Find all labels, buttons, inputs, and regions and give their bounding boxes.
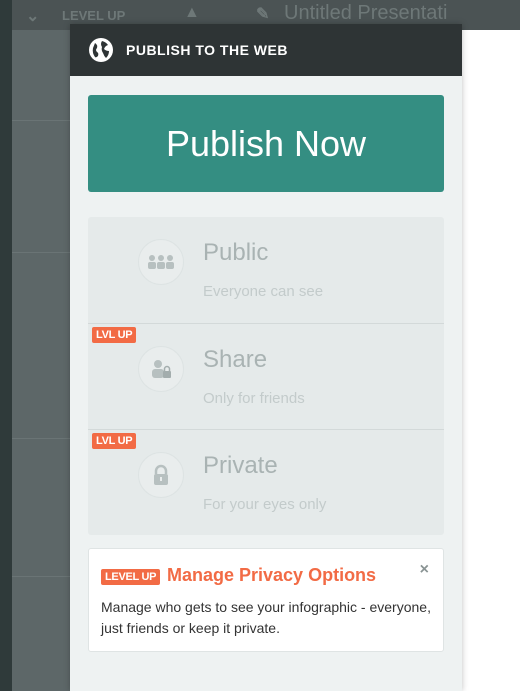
option-label: Private	[203, 452, 278, 479]
background-divider	[12, 252, 70, 253]
globe-icon	[88, 37, 114, 63]
option-public[interactable]: Public Everyone can see	[88, 217, 444, 323]
publish-panel: PUBLISH TO THE WEB Publish Now Public Ev…	[70, 24, 462, 691]
option-label: Share	[203, 346, 268, 373]
background-divider	[12, 120, 70, 121]
lvl-up-badge: LVL UP	[92, 327, 137, 343]
publish-now-button[interactable]: Publish Now	[88, 95, 444, 192]
background-sidebar: › › › ›	[12, 0, 75, 691]
person-lock-icon	[138, 346, 184, 392]
manage-privacy-link[interactable]: Manage Privacy Options	[167, 565, 376, 586]
option-description: Everyone can see	[203, 283, 324, 300]
option-share[interactable]: LVL UP Share Only for friends	[88, 324, 444, 430]
chevron-down-icon: ⌄	[26, 8, 40, 25]
lvl-up-badge: LVL UP	[92, 433, 137, 449]
pencil-icon: ✎	[256, 6, 270, 23]
people-icon	[138, 239, 184, 285]
panel-header: PUBLISH TO THE WEB	[70, 24, 462, 76]
privacy-description: Manage who gets to see your infographic …	[101, 599, 431, 636]
background-divider	[12, 438, 70, 439]
lock-icon	[138, 452, 184, 498]
background-divider	[12, 576, 70, 577]
option-label: Public	[203, 239, 269, 266]
privacy-notice: LEVEL UP Manage Privacy Options × Manage…	[88, 548, 444, 652]
panel-title: PUBLISH TO THE WEB	[126, 42, 288, 58]
option-private[interactable]: LVL UP Private For your eyes only	[88, 430, 444, 536]
triangle-icon: ▲	[184, 4, 200, 21]
background-left-edge	[0, 0, 12, 691]
option-description: For your eyes only	[203, 496, 327, 513]
background-level-up-badge: LEVEL UP	[62, 8, 126, 23]
visibility-options: Public Everyone can see LVL UP Share Onl…	[88, 217, 444, 535]
option-description: Only for friends	[203, 390, 305, 407]
level-up-badge: LEVEL UP	[101, 569, 161, 585]
background-presentation-title: Untitled Presentati	[284, 2, 448, 24]
close-icon[interactable]: ×	[420, 561, 429, 579]
